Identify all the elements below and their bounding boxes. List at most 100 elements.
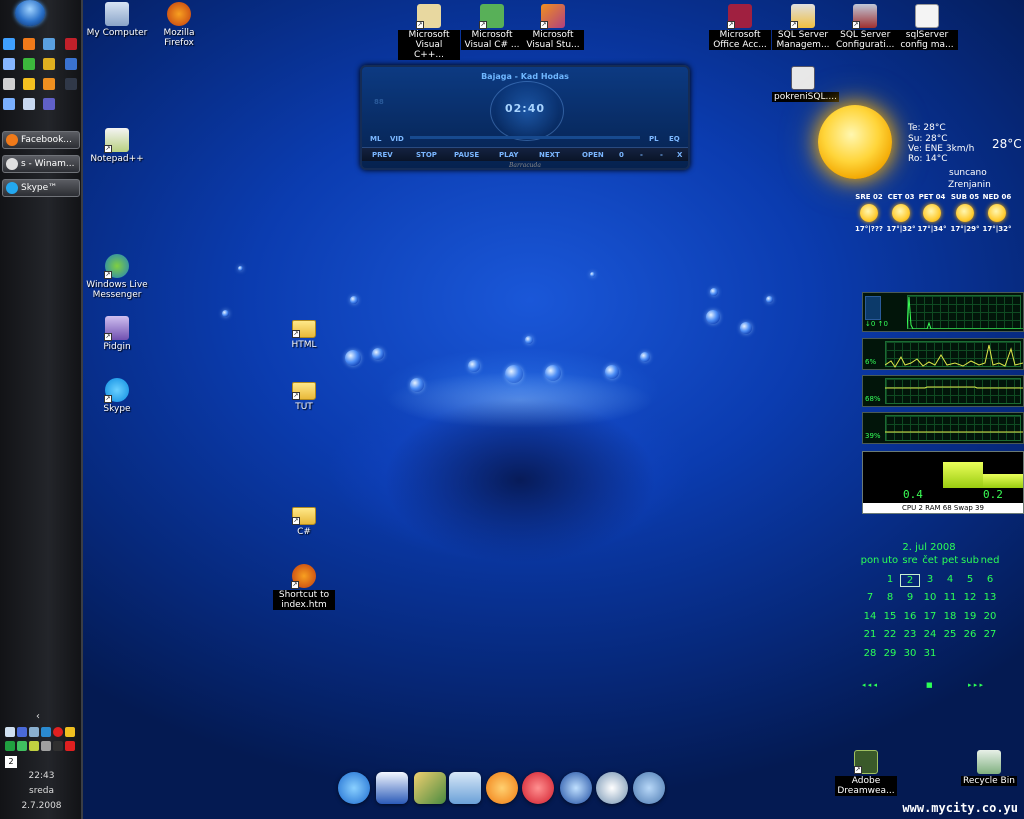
minimize-button[interactable]: - [640,151,643,159]
tray-app-icon[interactable] [29,727,39,737]
calendar-day[interactable]: 10 [920,592,940,603]
tray-app-icon[interactable] [17,727,27,737]
user-icon[interactable] [41,741,51,751]
clock-time[interactable]: 22:43 [0,771,83,781]
swap-meter[interactable]: 39% [862,412,1024,444]
tray-app-icon[interactable] [41,727,51,737]
calendar-day[interactable]: 20 [980,611,1000,622]
document-icon[interactable] [3,98,15,110]
opera-icon[interactable] [65,38,77,50]
desktop-icon-html-folder[interactable]: ↗ HTML [273,316,335,350]
desktop-icon-recycle-bin[interactable]: Recycle Bin [958,750,1020,786]
film-icon[interactable] [3,78,15,90]
calendar-day[interactable]: 5 [960,574,980,585]
open-button[interactable]: OPEN [582,151,604,159]
calendar-day[interactable]: 7 [860,592,880,603]
desktop-icon-sqlserver-config[interactable]: sqlServer config ma... [896,4,958,50]
ie-icon[interactable] [3,38,15,50]
network-meter[interactable]: ↓0 ↑0 [862,292,1024,332]
calendar-today-button[interactable]: ■ [926,681,933,689]
calendar-day[interactable]: 21 [860,629,880,640]
utorrent-icon[interactable] [23,58,35,70]
taskbar-item-facebook[interactable]: Facebook... [2,131,80,149]
desktop-icon-my-computer[interactable]: My Computer [86,2,148,38]
start-button[interactable] [15,0,45,26]
cpu-ram-swap-summary[interactable]: 0.4 0.2 CPU 2 RAM 68 Swap 39 [862,451,1024,514]
calendar-day[interactable]: 31 [920,648,940,659]
lastfm-icon[interactable] [522,772,554,804]
terminal-icon[interactable] [65,78,77,90]
paint-icon[interactable] [414,772,446,804]
media-library-button[interactable]: ML [370,135,381,143]
network-icon[interactable] [43,38,55,50]
word-icon[interactable] [376,772,408,804]
desktop-icon-windows-live-messenger[interactable]: ↗ Windows Live Messenger [86,254,148,300]
desktop-icon-visual-cpp[interactable]: ↗ Microsoft Visual C++... [398,4,460,60]
tray-app-icon[interactable] [29,741,39,751]
desktop-icon-notepadpp[interactable]: ↗ Notepad++ [86,128,148,164]
desktop-icon-csharp-folder[interactable]: ↗ C# [273,503,335,537]
calendar-day[interactable]: 28 [860,648,880,659]
play-button[interactable]: PLAY [499,151,518,159]
calendar-day[interactable]: 6 [980,574,1000,585]
tray-expand-icon[interactable]: ‹ [36,711,40,722]
calendar-day[interactable]: 1 [880,574,900,585]
calendar-day[interactable]: 17 [920,611,940,622]
calendar-day[interactable]: 24 [920,629,940,640]
tray-app-icon[interactable] [53,727,63,737]
tray-app-icon[interactable] [65,727,75,737]
save-icon[interactable] [43,98,55,110]
edit-icon[interactable] [23,98,35,110]
calendar-day[interactable]: 15 [880,611,900,622]
fan-icon[interactable] [596,772,628,804]
desktop-icon-tut-folder[interactable]: ↗ TUT [273,378,335,412]
calendar-day[interactable]: 16 [900,611,920,622]
desktop-icon-visual-csharp[interactable]: ↗ Microsoft Visual C# ... [461,4,523,50]
taskbar-item-winamp[interactable]: s - Winam... [2,155,80,173]
paint-icon[interactable] [43,58,55,70]
track-time[interactable]: 02:40 [362,102,688,115]
shade-button[interactable]: - [660,151,663,159]
calendar-prev-button[interactable]: ◂ ◂ ◂ [862,681,877,689]
desktop-icon-sql-management[interactable]: ↗ SQL Server Managem... [772,4,834,50]
seek-bar[interactable] [410,136,640,139]
lightning-icon[interactable] [43,78,55,90]
desktop-icon-shortcut-index[interactable]: ↗ Shortcut to index.htm [273,564,335,610]
calendar-day[interactable]: 25 [940,629,960,640]
desktop-icon-pidgin[interactable]: ↗ Pidgin [86,316,148,352]
firefox-icon[interactable] [23,38,35,50]
chrome-icon[interactable] [23,78,35,90]
globe-icon[interactable] [560,772,592,804]
calendar-next-button[interactable]: ▸ ▸ ▸ [968,681,983,689]
calendar-day[interactable]: 30 [900,648,920,659]
calendar-day[interactable]: 22 [880,629,900,640]
calendar-day[interactable]: 26 [960,629,980,640]
calendar-day[interactable]: 9 [900,592,920,603]
calendar-day[interactable]: 3 [920,574,940,585]
disk-icon[interactable] [3,58,15,70]
calendar-day[interactable]: 4 [940,574,960,585]
winamp-player[interactable]: Bajaga - Kad Hodas 02:40 88 ML VID PL EQ… [360,65,690,170]
calendar-day[interactable]: 8 [880,592,900,603]
playlist-button[interactable]: PL [649,135,659,143]
calendar-day[interactable]: 19 [960,611,980,622]
calendar-day[interactable]: 11 [940,592,960,603]
desktop-icon-office-access[interactable]: ↗ Microsoft Office Acc... [709,4,771,50]
calendar-today[interactable]: 2 [900,573,920,587]
k-icon[interactable] [65,58,77,70]
tray-app-icon[interactable] [17,741,27,751]
pause-button[interactable]: PAUSE [454,151,479,159]
calendar-day[interactable]: 13 [980,592,1000,603]
desktop-icon-sql-configuration[interactable]: ↗ SQL Server Configurati... [834,4,897,50]
calendar-day[interactable]: 18 [940,611,960,622]
stop-button[interactable]: STOP [416,151,437,159]
calendar-day[interactable]: 14 [860,611,880,622]
desktop-icon-firefox[interactable]: Mozilla Firefox [148,2,210,48]
desktop-icon-pokreni-sql[interactable]: pokreniSQL.... [772,66,839,102]
tray-badge[interactable]: 2 [5,756,17,768]
tray-app-icon[interactable] [65,741,75,751]
close-button[interactable]: X [677,151,682,159]
calendar-day[interactable]: 23 [900,629,920,640]
cpu-meter[interactable]: 6% [862,338,1024,370]
vlc-icon[interactable] [486,772,518,804]
